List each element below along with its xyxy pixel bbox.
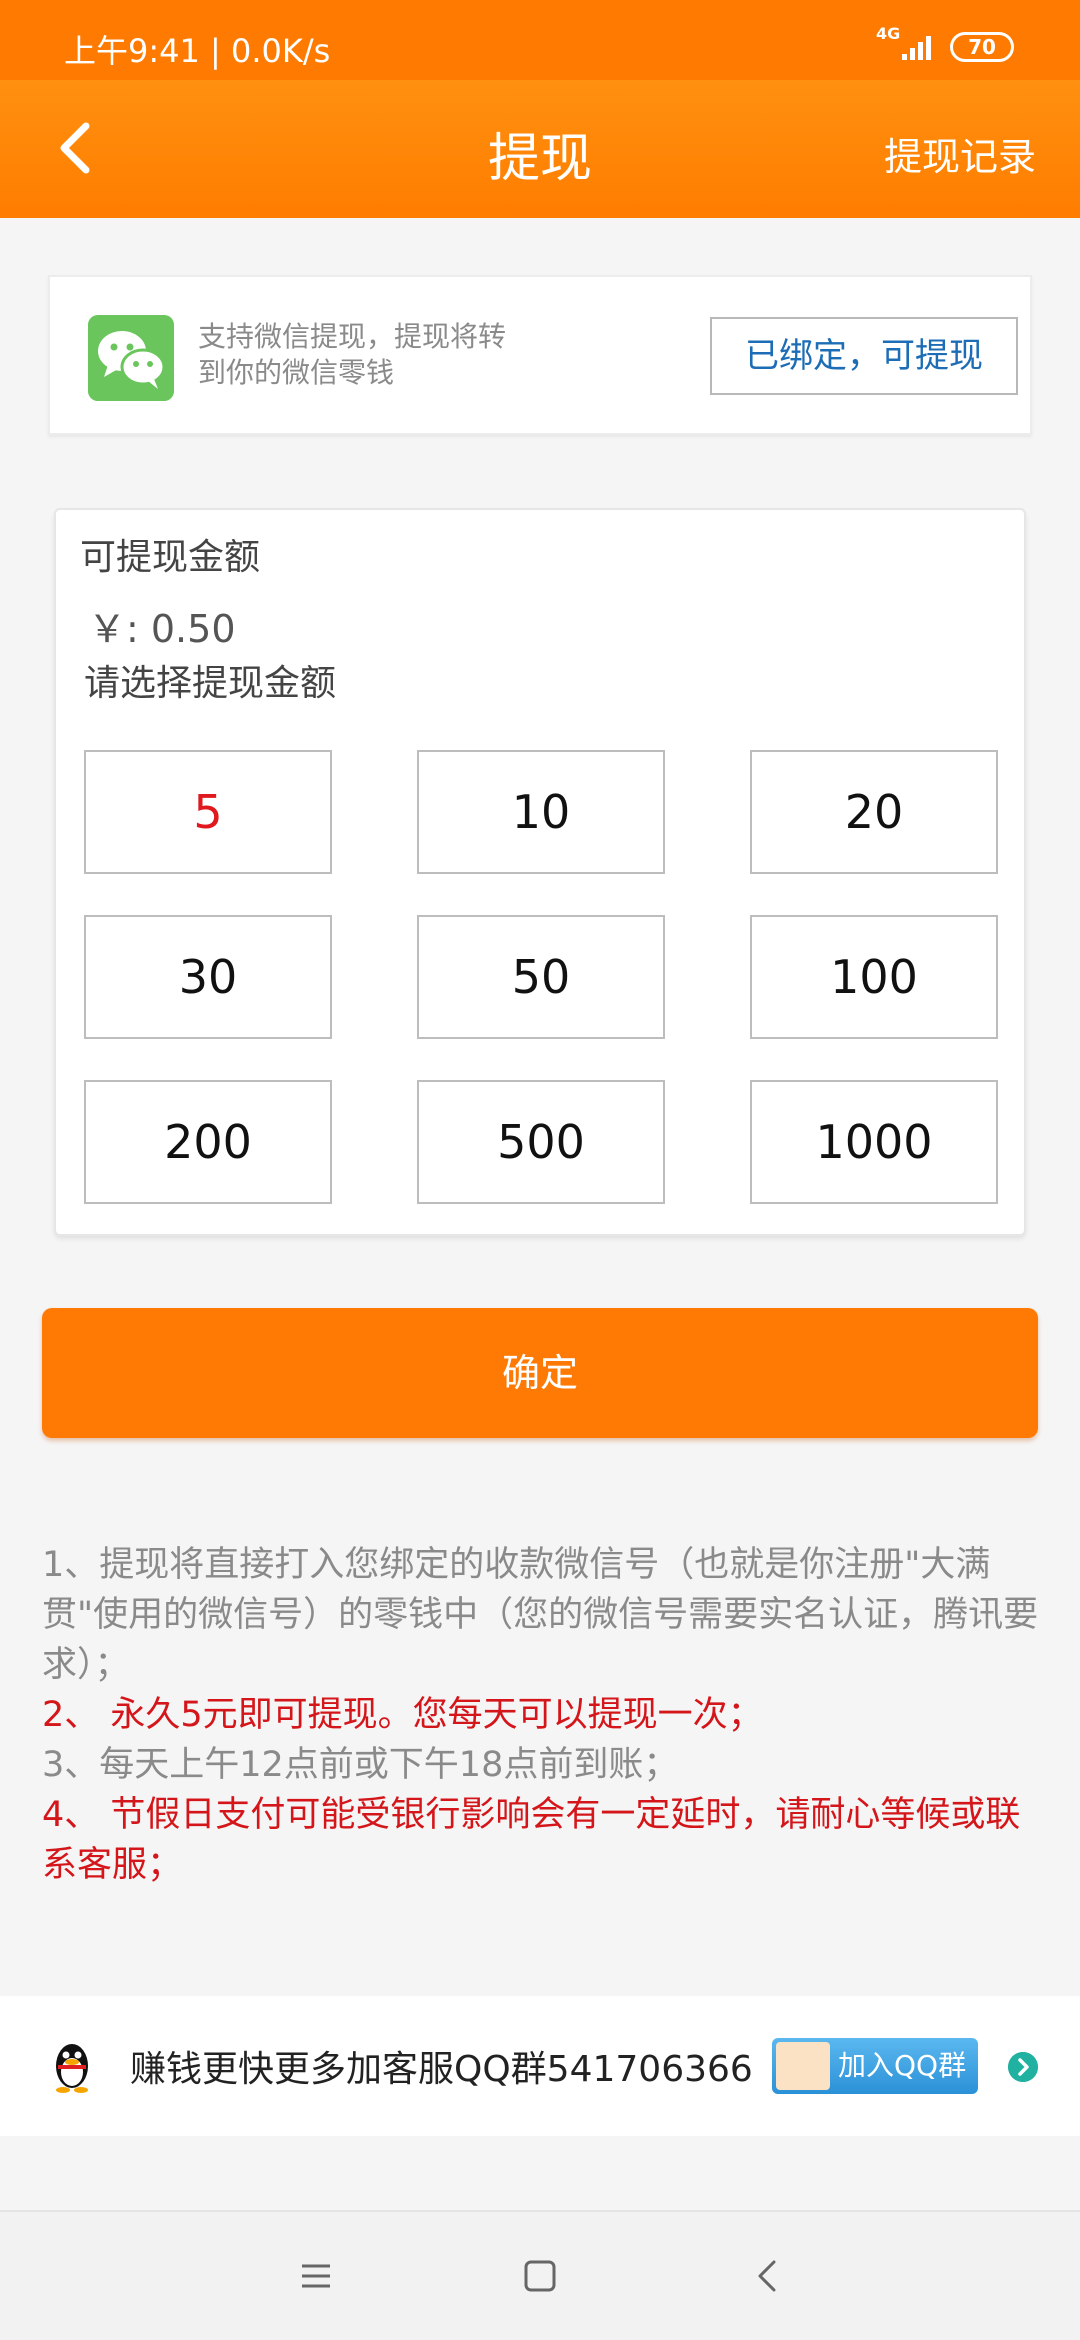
withdraw-record-link[interactable]: 提现记录: [884, 126, 1036, 181]
available-amount-value: ￥: 0.50: [88, 607, 236, 651]
withdraw-notes: 1、提现将直接打入您绑定的收款微信号（也就是你注册"大满贯"使用的微信号）的零钱…: [42, 1540, 1042, 1890]
amount-option[interactable]: 5: [84, 750, 332, 874]
chevron-right-icon[interactable]: [1008, 2052, 1038, 2082]
app-header: 提现 提现记录: [0, 80, 1080, 218]
wechat-description: 支持微信提现，提现将转到你的微信零钱: [198, 320, 507, 389]
amount-option[interactable]: 200: [84, 1080, 332, 1204]
back-icon[interactable]: [744, 2252, 792, 2300]
amount-option[interactable]: 50: [417, 915, 665, 1039]
bound-status-button[interactable]: 已绑定，可提现: [710, 317, 1018, 395]
menu-icon[interactable]: [292, 2252, 340, 2300]
wechat-binding-card: 支持微信提现，提现将转到你的微信零钱 已绑定，可提现: [48, 275, 1032, 435]
amount-option[interactable]: 100: [750, 915, 998, 1039]
system-nav-bar: [0, 2210, 1080, 2340]
amount-option[interactable]: 1000: [750, 1080, 998, 1204]
note-item: 4、 节假日支付可能受银行影响会有一定延时，请耐心等候或联系客服；: [42, 1795, 1021, 1885]
choose-amount-label: 请选择提现金额: [84, 663, 337, 704]
note-item: 3、每天上午12点前或下午18点前到账；: [42, 1745, 679, 1785]
amount-option[interactable]: 20: [750, 750, 998, 874]
join-qq-label: 加入QQ群: [838, 2049, 967, 2082]
amount-option[interactable]: 500: [417, 1080, 665, 1204]
amount-card: 可提现金额 ￥: 0.50 请选择提现金额 5 10 20 30 50 100 …: [54, 508, 1026, 1236]
status-bar: 上午9:41 | 0.0K/s 4G 70: [0, 0, 1080, 80]
group-avatar-icon: [776, 2042, 830, 2090]
note-item: 1、提现将直接打入您绑定的收款微信号（也就是你注册"大满贯"使用的微信号）的零钱…: [42, 1545, 1039, 1685]
qq-penguin-icon: [56, 2044, 88, 2093]
amount-option[interactable]: 30: [84, 915, 332, 1039]
available-amount-label: 可提现金额: [80, 537, 261, 578]
note-item: 2、 永久5元即可提现。您每天可以提现一次；: [42, 1695, 763, 1735]
status-time: 上午9:41 | 0.0K/s: [64, 32, 331, 70]
qq-group-bar[interactable]: 赚钱更快更多加客服QQ群541706366 加入QQ群: [0, 1996, 1080, 2136]
qq-group-text: 赚钱更快更多加客服QQ群541706366: [130, 2049, 753, 2090]
home-icon[interactable]: [516, 2252, 564, 2300]
confirm-button[interactable]: 确定: [42, 1308, 1038, 1438]
wechat-icon: [88, 315, 174, 401]
battery-icon: 70: [950, 32, 1014, 62]
amount-option[interactable]: 10: [417, 750, 665, 874]
join-qq-group-button[interactable]: 加入QQ群: [772, 2038, 978, 2094]
signal-icon: [894, 30, 934, 60]
